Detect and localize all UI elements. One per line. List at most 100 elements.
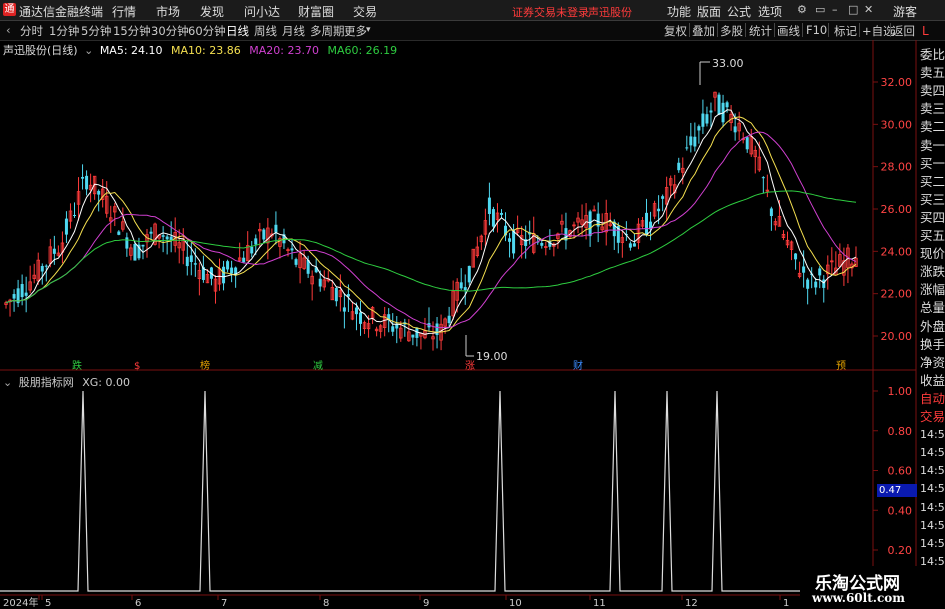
- back-button[interactable]: 返回: [892, 23, 915, 39]
- side-panel-item[interactable]: 卖二: [920, 118, 945, 136]
- period-60min[interactable]: 60分钟: [188, 23, 226, 39]
- menu-layout[interactable]: 版面: [697, 3, 721, 20]
- ma10-line: [5, 116, 857, 333]
- period-monthly[interactable]: 月线: [282, 23, 305, 39]
- side-panel-item[interactable]: 14:56: [920, 499, 945, 517]
- candle-body: [105, 195, 109, 214]
- guest-label[interactable]: 游客: [893, 3, 917, 20]
- candle-body: [201, 267, 205, 280]
- ind-tick-label: 0.40: [888, 504, 913, 517]
- side-panel-item[interactable]: 自动: [920, 390, 945, 408]
- event-markers: 跌 $ 榜 减 涨 财 预: [72, 359, 846, 372]
- level2-indicator[interactable]: L: [922, 24, 929, 38]
- high-marker-label: 33.00: [712, 57, 744, 70]
- overlay-button[interactable]: 叠加: [692, 23, 715, 39]
- candle-body: [282, 234, 286, 244]
- candle-body: [234, 267, 238, 276]
- side-panel-item[interactable]: 买二: [920, 173, 945, 191]
- side-panel-item[interactable]: 卖一: [920, 137, 945, 155]
- candle-body: [149, 231, 153, 234]
- period-multi[interactable]: 多周期: [310, 23, 345, 39]
- candle-body: [753, 149, 757, 158]
- side-panel-item[interactable]: 净资: [920, 354, 945, 372]
- mark-button[interactable]: 标记: [834, 23, 857, 39]
- period-daily[interactable]: 日线: [226, 23, 249, 39]
- side-panel-item[interactable]: 14:56: [920, 535, 945, 553]
- collapse-icon[interactable]: ‹: [6, 23, 11, 37]
- period-15min[interactable]: 15分钟: [113, 23, 151, 39]
- ma20-line: [5, 131, 857, 329]
- ind-tick-label: 0.80: [888, 425, 913, 438]
- menu-quotes[interactable]: 行情: [112, 3, 136, 20]
- side-panel-item[interactable]: 卖三: [920, 100, 945, 118]
- candle-body: [713, 91, 717, 98]
- candle-body: [580, 219, 584, 225]
- period-weekly[interactable]: 周线: [254, 23, 277, 39]
- side-panel-item[interactable]: 卖四: [920, 82, 945, 100]
- menu-options[interactable]: 选项: [758, 3, 782, 20]
- menu-function[interactable]: 功能: [667, 3, 691, 20]
- menu-discover[interactable]: 发现: [200, 3, 224, 20]
- side-panel-item[interactable]: 14:56: [920, 462, 945, 480]
- candle-body: [56, 252, 61, 256]
- period-5min[interactable]: 5分钟: [81, 23, 111, 39]
- window-icon[interactable]: ▭: [815, 3, 825, 16]
- draw-button[interactable]: 画线: [777, 23, 800, 39]
- indicator-dropdown-icon[interactable]: ⌄: [3, 376, 12, 389]
- side-panel-item[interactable]: 买一: [920, 155, 945, 173]
- menu-trade[interactable]: 交易: [353, 3, 377, 20]
- multi-stock-button[interactable]: 多股: [720, 23, 743, 39]
- settings-icon[interactable]: ⚙: [797, 3, 807, 16]
- side-panel-item[interactable]: 14:56: [920, 480, 945, 498]
- candle-body: [20, 284, 24, 298]
- candle-body: [222, 266, 226, 284]
- side-panel-item[interactable]: 卖五: [920, 64, 945, 82]
- close-icon[interactable]: ✕: [864, 3, 873, 16]
- candle-body: [519, 235, 524, 246]
- x-tick-label: 1: [783, 598, 789, 609]
- side-panel-item[interactable]: 外盘: [920, 318, 945, 336]
- adjust-button[interactable]: 复权: [664, 23, 687, 39]
- xg-signal-line: [0, 390, 872, 592]
- f10-button[interactable]: F10: [806, 23, 827, 37]
- candle-body: [773, 221, 778, 226]
- side-panel-item[interactable]: 总量: [920, 299, 945, 317]
- side-panel-item[interactable]: 14:56: [920, 444, 945, 462]
- minimize-icon[interactable]: –: [832, 3, 838, 16]
- side-panel-item[interactable]: 14:56: [920, 517, 945, 535]
- maximize-icon[interactable]: □: [848, 3, 858, 16]
- side-panel-item[interactable]: 买三: [920, 191, 945, 209]
- event-marker: $: [134, 361, 140, 372]
- stats-button[interactable]: 统计: [749, 23, 772, 39]
- side-panel-item[interactable]: 交易: [920, 408, 945, 426]
- side-panel-item[interactable]: 涨跌: [920, 263, 945, 281]
- side-panel-item[interactable]: 买四: [920, 209, 945, 227]
- candle-body: [797, 272, 802, 277]
- side-panel-item[interactable]: 现价: [920, 245, 945, 263]
- menu-wealth[interactable]: 财富圈: [298, 3, 334, 20]
- side-panel-item[interactable]: 收益: [920, 372, 945, 390]
- candle-body: [499, 212, 503, 215]
- legend-dropdown-icon[interactable]: ⌄: [84, 44, 93, 57]
- period-more[interactable]: 更多: [344, 23, 367, 39]
- menu-formula[interactable]: 公式: [727, 3, 751, 20]
- trade-login-notice[interactable]: 证券交易未登录: [512, 4, 589, 20]
- side-panel-item[interactable]: 委比: [920, 46, 945, 64]
- candle-body: [48, 246, 53, 264]
- more-chevron-icon[interactable]: ▾: [366, 25, 371, 35]
- period-intraday[interactable]: 分时: [20, 23, 43, 39]
- candle-body: [524, 239, 528, 246]
- menu-market[interactable]: 市场: [156, 3, 180, 20]
- side-panel-item[interactable]: 买五: [920, 227, 945, 245]
- side-panel-item[interactable]: 换手: [920, 336, 945, 354]
- candle-body: [423, 330, 427, 339]
- candle-body: [16, 288, 20, 304]
- candle-body: [121, 221, 125, 230]
- candle-body: [737, 122, 741, 132]
- side-panel-item[interactable]: 涨幅: [920, 281, 945, 299]
- menu-ask[interactable]: 问小达: [244, 3, 280, 20]
- low-marker-label: 19.00: [476, 350, 508, 363]
- period-30min[interactable]: 30分钟: [151, 23, 189, 39]
- side-panel-item[interactable]: 14:56: [920, 426, 945, 444]
- period-1min[interactable]: 1分钟: [49, 23, 79, 39]
